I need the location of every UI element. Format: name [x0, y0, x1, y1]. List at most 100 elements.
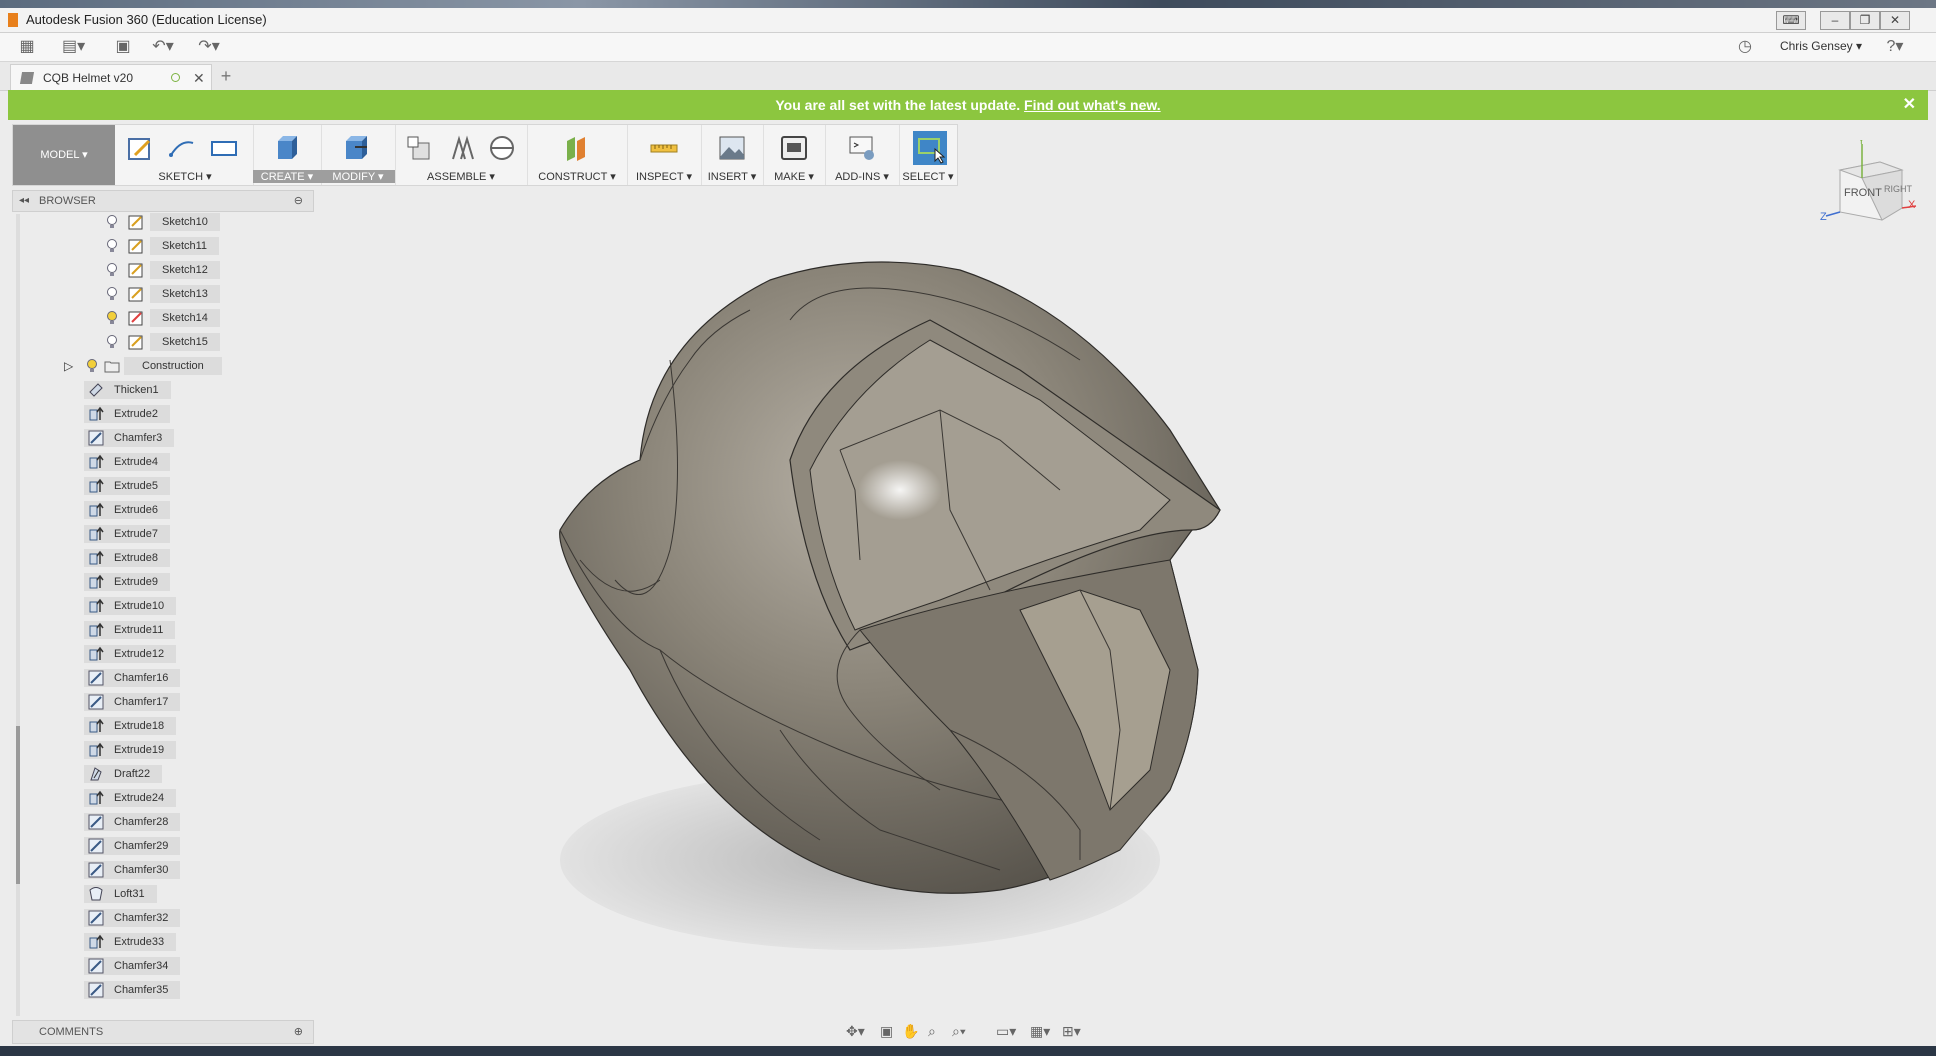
browser-tree: Sketch10 Sketch11 Sketch12 Sketch13 Sket…: [12, 211, 312, 1017]
close-tab-icon[interactable]: ✕: [193, 65, 205, 91]
offset-plane-icon[interactable]: [561, 133, 591, 163]
redo-icon[interactable]: ↷▾: [198, 37, 220, 57]
browser-item-label: Sketch11: [150, 237, 220, 255]
grid-settings-icon[interactable]: ▦▾: [1030, 1023, 1050, 1039]
sketch-icon: [128, 311, 143, 326]
document-cube-icon: [19, 72, 35, 84]
title-bar: Autodesk Fusion 360 (Education License) …: [0, 8, 1936, 33]
sketch-icon: [128, 335, 143, 350]
help-icon[interactable]: ?▾: [1884, 37, 1906, 57]
visibility-lightbulb-icon[interactable]: [104, 214, 120, 230]
chamfer-feature-icon: [88, 910, 104, 926]
visibility-lightbulb-icon[interactable]: [104, 262, 120, 278]
browser-header[interactable]: ◂◂ BROWSER ⊖: [12, 190, 314, 212]
viewcube-front[interactable]: FRONT: [1844, 187, 1882, 199]
select-icon[interactable]: [913, 131, 947, 165]
chamfer-feature-icon: [88, 862, 104, 878]
addins-label: ADD-INS ▾: [835, 171, 889, 183]
workspace-switcher[interactable]: MODEL ▾: [13, 125, 115, 185]
joint-icon[interactable]: [447, 133, 477, 163]
viewcube-right[interactable]: RIGHT: [1884, 184, 1913, 194]
browser-options-icon[interactable]: ⊖: [294, 191, 303, 211]
job-status-icon[interactable]: ◷: [1734, 37, 1756, 57]
collapse-panel-icon[interactable]: ◂◂: [19, 191, 29, 211]
viewports-icon[interactable]: ⊞▾: [1062, 1023, 1081, 1039]
user-menu[interactable]: Chris Gensey ▾: [1780, 39, 1862, 53]
sketch-group[interactable]: SKETCH ▾: [117, 125, 254, 185]
visibility-lightbulb-icon[interactable]: [104, 286, 120, 302]
inspect-group[interactable]: INSPECT ▾: [627, 125, 702, 185]
make-group[interactable]: MAKE ▾: [763, 125, 826, 185]
save-icon[interactable]: ▣: [112, 37, 134, 57]
comments-panel[interactable]: COMMENTS ⊕: [12, 1020, 314, 1044]
assemble-label: ASSEMBLE ▾: [427, 171, 495, 183]
create-group[interactable]: CREATE ▾: [253, 125, 322, 185]
line-icon[interactable]: [167, 133, 197, 163]
browser-item-label: Construction: [124, 357, 222, 375]
insert-group[interactable]: INSERT ▾: [701, 125, 764, 185]
axis-y-label: Y: [1858, 140, 1865, 147]
visibility-lightbulb-icon[interactable]: [104, 334, 120, 350]
apps-grid-icon[interactable]: ▦: [16, 37, 38, 57]
measure-icon[interactable]: [649, 133, 679, 163]
as-built-joint-icon[interactable]: [487, 133, 517, 163]
modify-group[interactable]: MODIFY ▾: [321, 125, 396, 185]
3d-viewport[interactable]: [520, 230, 1240, 950]
scripts-addins-icon[interactable]: [847, 133, 877, 163]
sketch-icon: [128, 263, 143, 278]
rectangle-icon[interactable]: [209, 133, 239, 163]
select-label: SELECT ▾: [902, 171, 954, 183]
press-pull-icon[interactable]: [341, 133, 371, 163]
extrude-feature-icon: [89, 718, 104, 733]
browser-item-label: Sketch10: [150, 213, 220, 231]
minimize-button[interactable]: –: [1820, 11, 1850, 30]
update-notification: You are all set with the latest update. …: [8, 90, 1928, 120]
insert-image-icon[interactable]: [717, 133, 747, 163]
construct-group[interactable]: CONSTRUCT ▾: [527, 125, 628, 185]
fit-icon[interactable]: ⌕▾: [952, 1023, 966, 1039]
dismiss-notification-icon[interactable]: ✕: [1903, 90, 1916, 120]
select-group[interactable]: SELECT ▾: [899, 125, 957, 185]
tab-cqb-helmet[interactable]: CQB Helmet v20 ✕: [10, 64, 212, 91]
extrude-icon[interactable]: [271, 133, 301, 163]
file-menu-icon[interactable]: ▤▾: [62, 37, 85, 57]
visibility-lightbulb-icon[interactable]: [84, 358, 100, 374]
new-component-icon[interactable]: [405, 133, 435, 163]
new-tab-button[interactable]: +: [214, 64, 238, 88]
visibility-lightbulb-icon[interactable]: [104, 310, 120, 326]
extrude-feature-icon: [89, 646, 104, 661]
visibility-lightbulb-icon[interactable]: [104, 238, 120, 254]
draft-feature-icon: [90, 767, 102, 781]
extrude-feature-icon: [89, 622, 104, 637]
chamfer-feature-icon: [88, 838, 104, 854]
chamfer-feature-icon: [88, 670, 104, 686]
browser-item-label: Sketch13: [150, 285, 220, 303]
close-window-button[interactable]: ✕: [1880, 11, 1910, 30]
look-at-icon[interactable]: ▣: [880, 1023, 893, 1039]
zoom-icon[interactable]: ⌕: [928, 1023, 936, 1039]
expand-arrow-icon[interactable]: ▷: [64, 358, 80, 374]
undo-icon[interactable]: ↶▾: [152, 37, 174, 57]
add-comment-icon[interactable]: ⊕: [294, 1021, 303, 1043]
assemble-group[interactable]: ASSEMBLE ▾: [395, 125, 528, 185]
maximize-button[interactable]: ❐: [1850, 11, 1880, 30]
create-sketch-icon[interactable]: [125, 133, 155, 163]
keyboard-icon[interactable]: ⌨: [1776, 11, 1806, 30]
extrude-feature-icon: [89, 550, 104, 565]
navigation-bar: ✥▾ ▣ ✋ ⌕ ⌕▾ ▭▾ ▦▾ ⊞▾: [840, 1018, 1100, 1044]
chamfer-feature-icon: [88, 694, 104, 710]
extrude-feature-icon: [89, 502, 104, 517]
addins-group[interactable]: ADD-INS ▾: [825, 125, 900, 185]
extrude-feature-icon: [89, 742, 104, 757]
3d-print-icon[interactable]: [779, 133, 809, 163]
viewcube[interactable]: FRONT RIGHT Y X Z: [1820, 140, 1920, 230]
browser-item-label: Sketch14: [150, 309, 220, 327]
axis-x-label: X: [1908, 199, 1916, 211]
pan-icon[interactable]: ✋: [902, 1023, 919, 1039]
modify-label: MODIFY ▾: [321, 170, 395, 183]
whats-new-link[interactable]: Find out what's new.: [1024, 97, 1161, 113]
tab-label: CQB Helmet v20: [43, 71, 134, 85]
orbit-icon[interactable]: ✥▾: [846, 1023, 865, 1039]
extrude-feature-icon: [89, 478, 104, 493]
display-settings-icon[interactable]: ▭▾: [996, 1023, 1016, 1039]
